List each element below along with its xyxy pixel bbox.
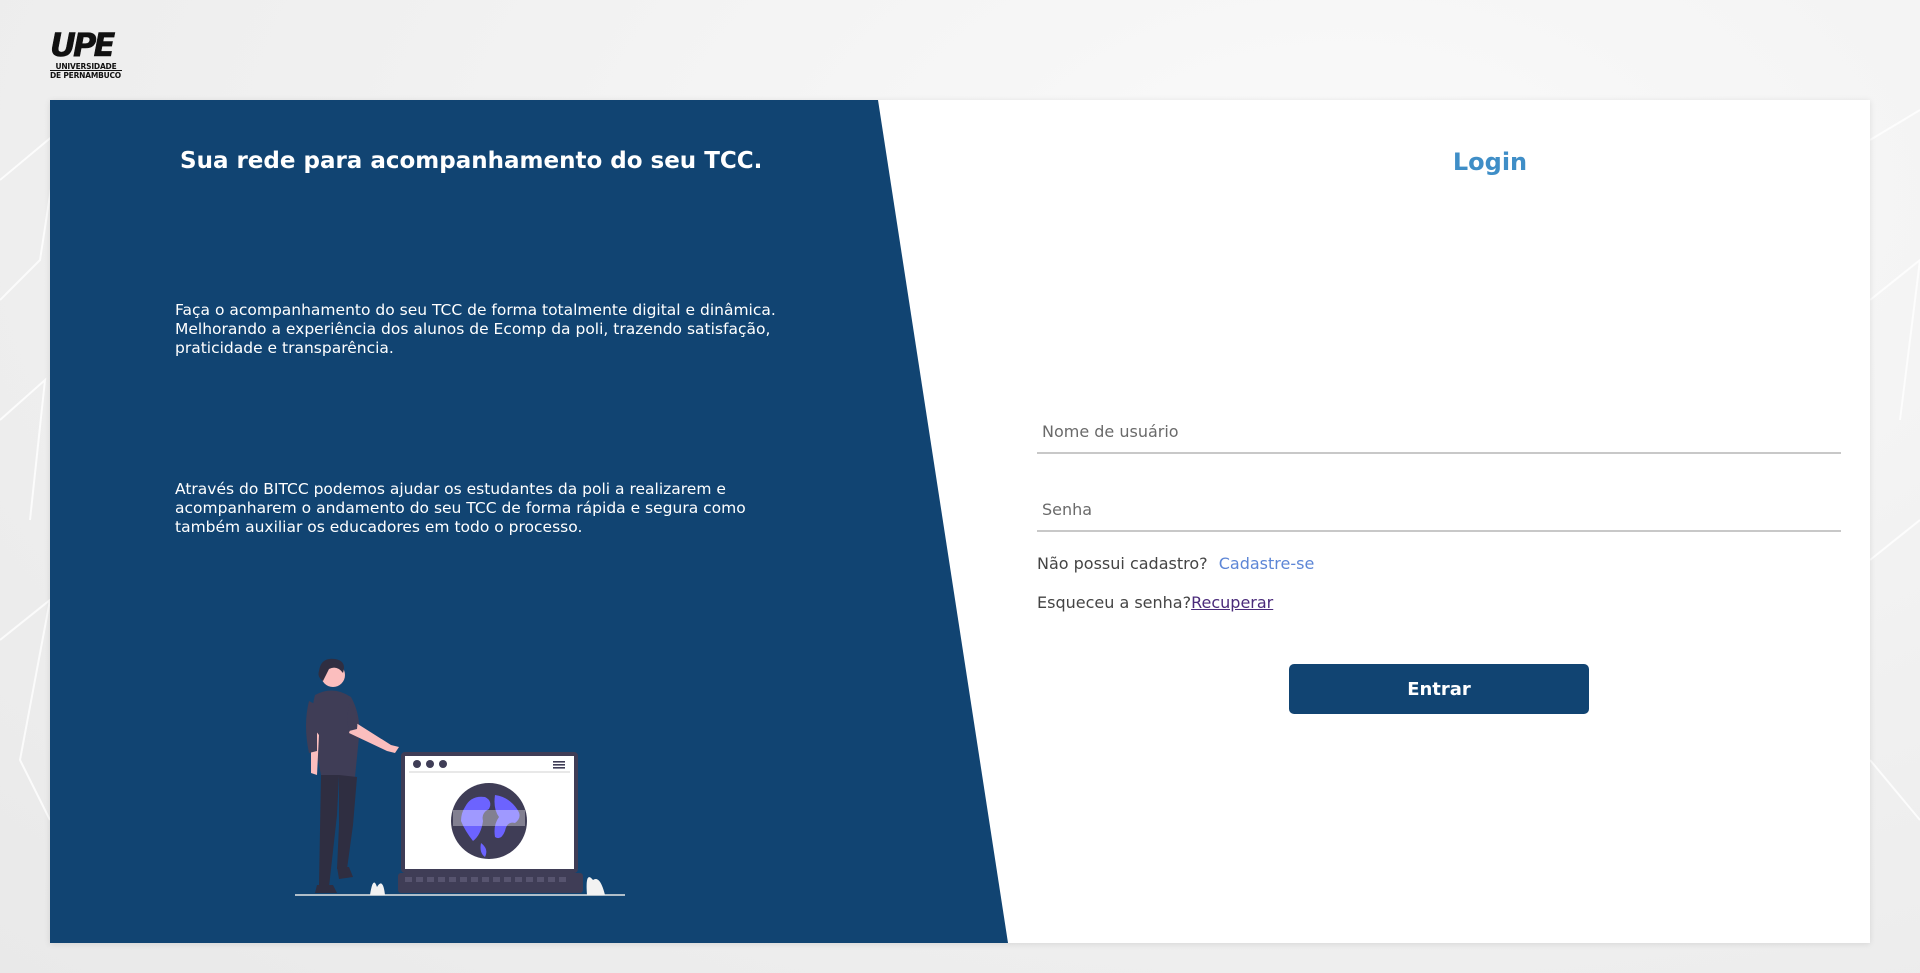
person-laptop-illustration bbox=[295, 658, 625, 896]
info-panel: Sua rede para acompanhamento do seu TCC.… bbox=[50, 100, 1008, 943]
info-title: Sua rede para acompanhamento do seu TCC. bbox=[180, 148, 763, 174]
signup-row: Não possui cadastro? Cadastre-se bbox=[1037, 554, 1737, 573]
login-title: Login bbox=[1452, 148, 1528, 176]
upe-logo: UPE UNIVERSIDADE DE PERNAMBUCO bbox=[50, 28, 122, 82]
svg-text:UPE: UPE bbox=[50, 28, 115, 60]
logo-text-pernambuco: DE PERNAMBUCO bbox=[50, 71, 121, 80]
recover-row: Esqueceu a senha?Recuperar bbox=[1037, 593, 1737, 612]
recover-password-link[interactable]: Recuperar bbox=[1191, 593, 1273, 612]
info-paragraph-1: Faça o acompanhamento do seu TCC de form… bbox=[175, 301, 776, 357]
login-card: Sua rede para acompanhamento do seu TCC.… bbox=[50, 100, 1870, 943]
no-account-text: Não possui cadastro? bbox=[1037, 554, 1208, 573]
password-input[interactable] bbox=[1037, 488, 1841, 532]
signup-link[interactable]: Cadastre-se bbox=[1219, 554, 1315, 573]
info-paragraph-2: Através do BITCC podemos ajudar os estud… bbox=[175, 480, 746, 536]
username-input[interactable] bbox=[1037, 410, 1841, 454]
forgot-password-text: Esqueceu a senha? bbox=[1037, 593, 1192, 612]
upe-logo-mark: UPE bbox=[50, 28, 119, 60]
login-submit-button[interactable]: Entrar bbox=[1289, 664, 1589, 714]
